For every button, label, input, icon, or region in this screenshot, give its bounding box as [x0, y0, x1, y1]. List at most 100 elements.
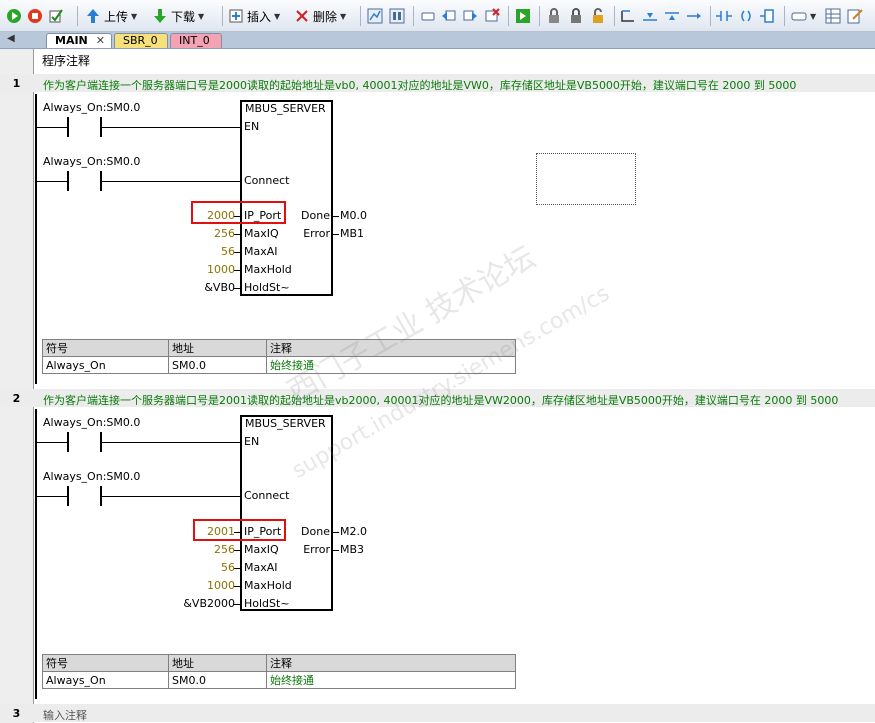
program-status-button[interactable] — [367, 6, 383, 26]
lock-button[interactable] — [546, 6, 562, 26]
input-holdst-value[interactable]: &VB0 — [204, 281, 235, 294]
line-down-button[interactable] — [642, 6, 658, 26]
program-comment[interactable]: 程序注释 — [42, 52, 90, 69]
delete-button[interactable]: 删除 ▼ — [294, 6, 346, 26]
pin-connect: Connect — [244, 489, 290, 502]
insert-contact-button[interactable] — [716, 6, 732, 26]
unlock-button[interactable] — [590, 6, 606, 26]
contact-left-bar[interactable] — [67, 171, 69, 191]
contact-left-bar[interactable] — [67, 486, 69, 506]
network-2-comment[interactable]: 作为客户端连接一个服务器端口号是2001读取的起始地址是vb2000, 4000… — [43, 392, 838, 408]
pin-connect: Connect — [244, 174, 290, 187]
close-icon[interactable]: ✕ — [96, 34, 105, 48]
contact-left-bar[interactable] — [67, 117, 69, 137]
view-button[interactable]: ▼ — [791, 6, 816, 26]
comment-header: 注释 — [266, 654, 516, 672]
network-1-comment[interactable]: 作为客户端连接一个服务器端口号是2000读取的起始地址是vb0, 40001对应… — [43, 77, 796, 93]
address-cell: SM0.0 — [168, 671, 267, 689]
insert-label: 插入 — [247, 9, 272, 24]
line-up-button[interactable] — [664, 6, 680, 26]
upload-dropdown-icon[interactable]: ▼ — [131, 12, 137, 21]
input-maxai-value[interactable]: 56 — [221, 245, 235, 258]
symbol-cell: Always_On — [42, 356, 169, 374]
delete-icon — [296, 10, 308, 22]
clear-bookmarks-button[interactable] — [484, 6, 500, 26]
input-maxiq-value[interactable]: 256 — [214, 227, 235, 240]
pin-maxai: MaxAI — [244, 561, 278, 574]
delete-dropdown-icon[interactable]: ▼ — [340, 12, 346, 21]
lock-icon — [549, 8, 559, 23]
toggle-pou-button[interactable] — [420, 6, 436, 26]
clear-bookmark-icon — [485, 8, 500, 22]
view-dropdown-icon[interactable]: ▼ — [810, 12, 816, 21]
next-network-button[interactable] — [462, 6, 478, 26]
lock-protect-button[interactable] — [568, 6, 584, 26]
symbol-header: 符号 — [42, 339, 169, 357]
table-row[interactable]: Always_On SM0.0 始终接通 — [42, 356, 516, 374]
contact-left-bar[interactable] — [67, 432, 69, 452]
tab-sbr0-label: SBR_0 — [123, 34, 158, 47]
edit-note-icon — [847, 9, 863, 24]
input-maxiq-value[interactable]: 256 — [214, 543, 235, 556]
tab-main[interactable]: MAIN ✕ — [46, 33, 112, 48]
tab-main-label: MAIN — [55, 34, 88, 47]
stop-icon — [28, 9, 42, 23]
pin-en: EN — [244, 120, 260, 133]
compile-button[interactable] — [48, 6, 64, 26]
tab-scroll-left-icon[interactable]: ◀ — [7, 33, 15, 44]
symbol-table-button[interactable] — [825, 6, 841, 26]
comment-header: 注释 — [266, 339, 516, 357]
highlight-box — [191, 201, 286, 224]
tab-int0[interactable]: INT_0 — [170, 33, 222, 48]
input-maxhold-value[interactable]: 1000 — [207, 263, 235, 276]
symbol-header: 符号 — [42, 654, 169, 672]
goto-icon — [516, 9, 530, 23]
table-row[interactable]: Always_On SM0.0 始终接通 — [42, 671, 516, 689]
insert-button[interactable]: 插入 ▼ — [228, 6, 280, 26]
download-button[interactable]: 下载 ▼ — [152, 6, 204, 26]
pin-en: EN — [244, 435, 260, 448]
unlock-icon — [593, 8, 603, 23]
comment-cell: 始终接通 — [266, 356, 516, 374]
line-down-icon — [643, 13, 657, 21]
output-error-value[interactable]: MB3 — [340, 543, 364, 556]
input-maxhold-value[interactable]: 1000 — [207, 579, 235, 592]
input-maxai-value[interactable]: 56 — [221, 561, 235, 574]
line-right-button[interactable] — [686, 6, 702, 26]
program-editor[interactable]: 程序注释 1 作为客户端连接一个服务器端口号是2000读取的起始地址是vb0, … — [0, 49, 875, 723]
output-done-value[interactable]: M0.0 — [340, 209, 367, 222]
upload-button[interactable]: 上传 ▼ — [85, 6, 137, 26]
network-2-number: 2 — [12, 392, 21, 405]
edit-comment-button[interactable] — [847, 6, 863, 26]
network-1-number: 1 — [12, 77, 21, 90]
network-3-comment[interactable]: 输入注释 — [43, 707, 87, 723]
symbol-table: 符号 地址 注释 Always_On SM0.0 始终接通 — [42, 654, 516, 689]
output-error-value[interactable]: MB1 — [340, 227, 364, 240]
pause-trend-button[interactable] — [389, 6, 405, 26]
address-cell: SM0.0 — [168, 356, 267, 374]
box-icon — [760, 9, 774, 23]
insert-dropdown-icon[interactable]: ▼ — [274, 12, 280, 21]
output-done-value[interactable]: M2.0 — [340, 525, 367, 538]
block-title: MBUS_SERVER — [245, 102, 326, 115]
table-icon — [825, 8, 841, 24]
download-arrow-icon — [154, 9, 166, 23]
pin-maxiq: MaxIQ — [244, 227, 279, 240]
network-3-header[interactable] — [0, 704, 875, 722]
selection-rectangle — [536, 153, 636, 205]
insert-box-button[interactable] — [760, 6, 776, 26]
input-holdst-value[interactable]: &VB2000 — [183, 597, 235, 610]
insert-coil-button[interactable] — [738, 6, 754, 26]
stop-button[interactable] — [27, 6, 43, 26]
insert-icon — [229, 9, 243, 23]
ladder-editor-window: 上传 ▼ 下载 ▼ 插入 ▼ 删除 ▼ ▼ ◀ MAIN ✕ SBR_0 INT… — [0, 0, 875, 723]
lock-closed-icon — [571, 8, 581, 23]
run-button[interactable] — [6, 6, 22, 26]
goto-button[interactable] — [515, 6, 531, 26]
upload-label: 上传 — [104, 9, 129, 24]
tab-sbr0[interactable]: SBR_0 — [114, 33, 168, 48]
branch-button[interactable] — [620, 6, 636, 26]
prev-network-button[interactable] — [441, 6, 457, 26]
download-dropdown-icon[interactable]: ▼ — [198, 12, 204, 21]
network-gutter — [0, 49, 33, 723]
